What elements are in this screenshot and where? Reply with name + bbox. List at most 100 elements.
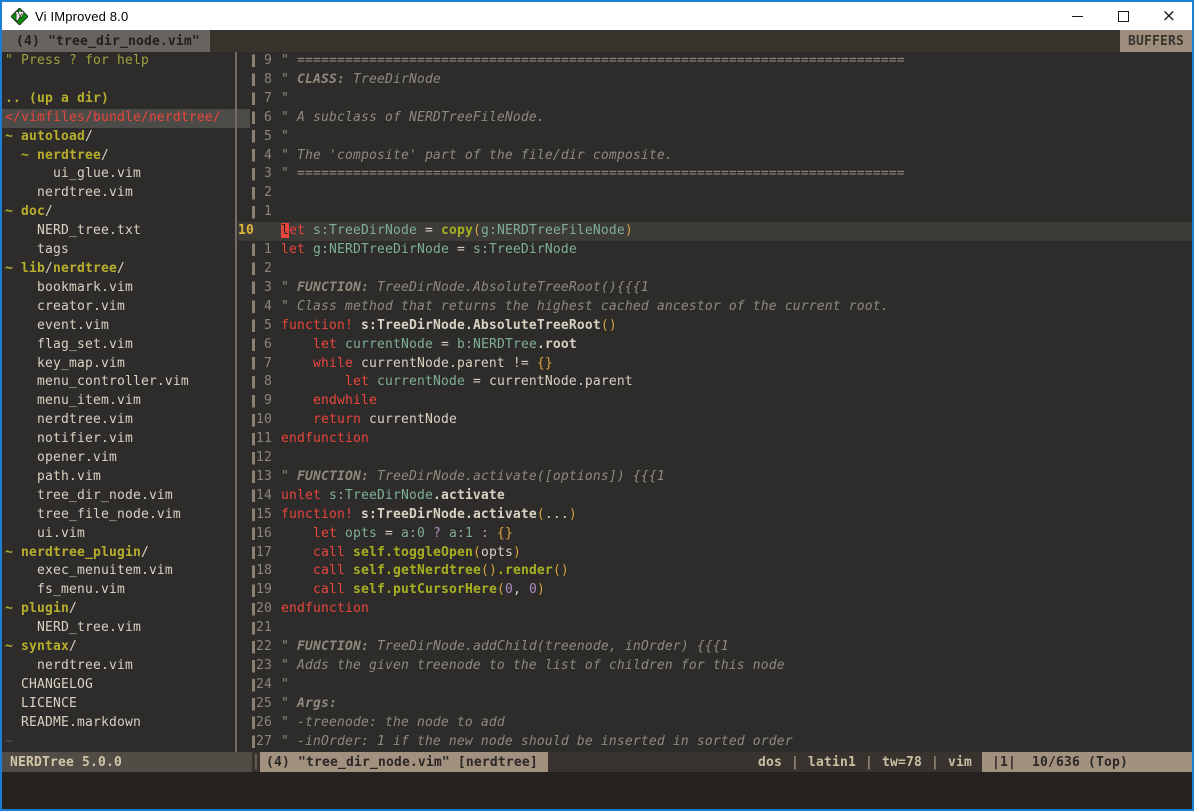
vim-window: Vi IMproved 8.0 × (4) "tree_dir_node.vim… [0,0,1194,811]
tree-item[interactable]: menu_item.vim [2,392,250,411]
tree-item[interactable]: nerdtree.vim [2,657,250,676]
tree-item[interactable]: ~ plugin/ [2,600,250,619]
tree-item[interactable]: bookmark.vim [2,279,250,298]
editor-line[interactable]: 2 [238,184,1192,203]
editor-line[interactable]: 11endfunction [238,430,1192,449]
editor-line[interactable]: 2 [238,260,1192,279]
tree-item[interactable]: nerdtree.vim [2,184,250,203]
tree-item[interactable]: ~ [2,733,250,752]
pipe-divider: | [922,755,948,770]
tree-item[interactable]: ui.vim [2,525,250,544]
editor-line[interactable]: 18 call self.getNerdtree().render() [238,562,1192,581]
editor-line[interactable]: 3" FUNCTION: TreeDirNode.AbsoluteTreeRoo… [238,279,1192,298]
line-number: 10 [238,411,281,430]
editor-line[interactable]: 9" =====================================… [238,52,1192,71]
code-text: unlet s:TreeDirNode.activate [281,487,1192,506]
tree-item[interactable]: tree_dir_node.vim [2,487,250,506]
minimize-button[interactable] [1054,2,1100,30]
tree-item[interactable]: menu_controller.vim [2,373,250,392]
editor-line[interactable]: 10 return currentNode [238,411,1192,430]
tree-root-item[interactable]: </vimfiles/bundle/nerdtree/ [2,109,250,128]
editor-line[interactable]: 5function! s:TreeDirNode.AbsoluteTreeRoo… [238,317,1192,336]
tree-item[interactable]: exec_menuitem.vim [2,562,250,581]
editor-line[interactable]: 19 call self.putCursorHere(0, 0) [238,581,1192,600]
tree-item[interactable] [2,71,250,90]
tree-item[interactable]: NERD_tree.vim [2,619,250,638]
tree-item[interactable]: ~ syntax/ [2,638,250,657]
tree-item[interactable]: creator.vim [2,298,250,317]
tree-item[interactable]: event.vim [2,317,250,336]
tree-item[interactable]: " Press ? for help [2,52,250,71]
tree-item[interactable]: opener.vim [2,449,250,468]
editor-line[interactable]: 8" CLASS: TreeDirNode [238,71,1192,90]
editor-line[interactable]: 9 endwhile [238,392,1192,411]
tree-item[interactable]: CHANGELOG [2,676,250,695]
editor-line[interactable]: 16 let opts = a:0 ? a:1 : {} [238,525,1192,544]
line-number: 12 [238,449,281,468]
tree-item[interactable]: tags [2,241,250,260]
editor-line[interactable]: 7 while currentNode.parent != {} [238,355,1192,374]
editor-line[interactable]: 15function! s:TreeDirNode.activate(...) [238,506,1192,525]
line-number: 26 [238,714,281,733]
editor-line[interactable]: 8 let currentNode = currentNode.parent [238,373,1192,392]
maximize-button[interactable] [1100,2,1146,30]
editor-line[interactable]: 24" [238,676,1192,695]
code-text: let currentNode = b:NERDTree.root [281,336,1192,355]
editor-line[interactable]: 20endfunction [238,600,1192,619]
tree-item[interactable]: ~ autoload/ [2,128,250,147]
tree-item[interactable]: ~ lib/nerdtree/ [2,260,250,279]
editor-current-line[interactable]: 10let s:TreeDirNode = copy(g:NERDTreeFil… [238,222,1192,241]
tree-item[interactable]: ui_glue.vim [2,165,250,184]
line-number: 3 [238,165,281,184]
code-text: function! s:TreeDirNode.activate(...) [281,506,1192,525]
tree-item[interactable]: ~ nerdtree/ [2,147,250,166]
line-number: 7 [238,90,281,109]
editor-line[interactable]: 17 call self.toggleOpen(opts) [238,544,1192,563]
tree-item[interactable]: README.markdown [2,714,250,733]
editor-line[interactable]: 25" Args: [238,695,1192,714]
tree-item[interactable]: flag_set.vim [2,336,250,355]
editor-line[interactable]: 23" Adds the given treenode to the list … [238,657,1192,676]
code-text: let g:NERDTreeDirNode = s:TreeDirNode [281,241,1192,260]
editor-line[interactable]: 4" Class method that returns the highest… [238,298,1192,317]
tree-item[interactable]: notifier.vim [2,430,250,449]
code-text: function! s:TreeDirNode.AbsoluteTreeRoot… [281,317,1192,336]
editor-line[interactable]: 21 [238,619,1192,638]
tree-item[interactable]: ~ nerdtree_plugin/ [2,544,250,563]
command-line[interactable] [2,772,1192,809]
main-area: " Press ? for help .. (up a dir)</vimfile… [2,52,1192,752]
line-number: 6 [238,336,281,355]
code-text: endfunction [281,600,1192,619]
tree-item[interactable]: LICENCE [2,695,250,714]
tree-item[interactable]: .. (up a dir) [2,90,250,109]
titlebar: Vi IMproved 8.0 × [2,2,1192,30]
tree-item[interactable]: path.vim [2,468,250,487]
editor-line[interactable]: 4" The 'composite' part of the file/dir … [238,147,1192,166]
editor-line[interactable]: 26" -treenode: the node to add [238,714,1192,733]
tree-item[interactable]: ~ doc/ [2,203,250,222]
editor-line[interactable]: 1 [238,203,1192,222]
code-text: endwhile [281,392,1192,411]
tab-current[interactable]: (4) "tree_dir_node.vim" [2,30,210,52]
editor-line[interactable]: 5" [238,128,1192,147]
editor-line[interactable]: 6 let currentNode = b:NERDTree.root [238,336,1192,355]
editor-line[interactable]: 12 [238,449,1192,468]
editor-line[interactable]: 7" [238,90,1192,109]
nerdtree-pane: " Press ? for help .. (up a dir)</vimfile… [2,52,250,752]
code-text: " -inOrder: 1 if the new node should be … [281,733,1192,752]
editor-line[interactable]: 6" A subclass of NERDTreeFileNode. [238,109,1192,128]
code-text: " FUNCTION: TreeDirNode.AbsoluteTreeRoot… [281,279,1192,298]
editor-line[interactable]: 3" =====================================… [238,165,1192,184]
tree-item[interactable]: NERD_tree.txt [2,222,250,241]
code-text: " -treenode: the node to add [281,714,1192,733]
tree-item[interactable]: fs_menu.vim [2,581,250,600]
editor-line[interactable]: 27" -inOrder: 1 if the new node should b… [238,733,1192,752]
tree-item[interactable]: key_map.vim [2,355,250,374]
tree-item[interactable]: tree_file_node.vim [2,506,250,525]
editor-line[interactable]: 22" FUNCTION: TreeDirNode.addChild(treen… [238,638,1192,657]
editor-line[interactable]: 13" FUNCTION: TreeDirNode.activate([opti… [238,468,1192,487]
editor-line[interactable]: 1let g:NERDTreeDirNode = s:TreeDirNode [238,241,1192,260]
close-button[interactable]: × [1146,2,1192,30]
tree-item[interactable]: nerdtree.vim [2,411,250,430]
editor-line[interactable]: 14unlet s:TreeDirNode.activate [238,487,1192,506]
